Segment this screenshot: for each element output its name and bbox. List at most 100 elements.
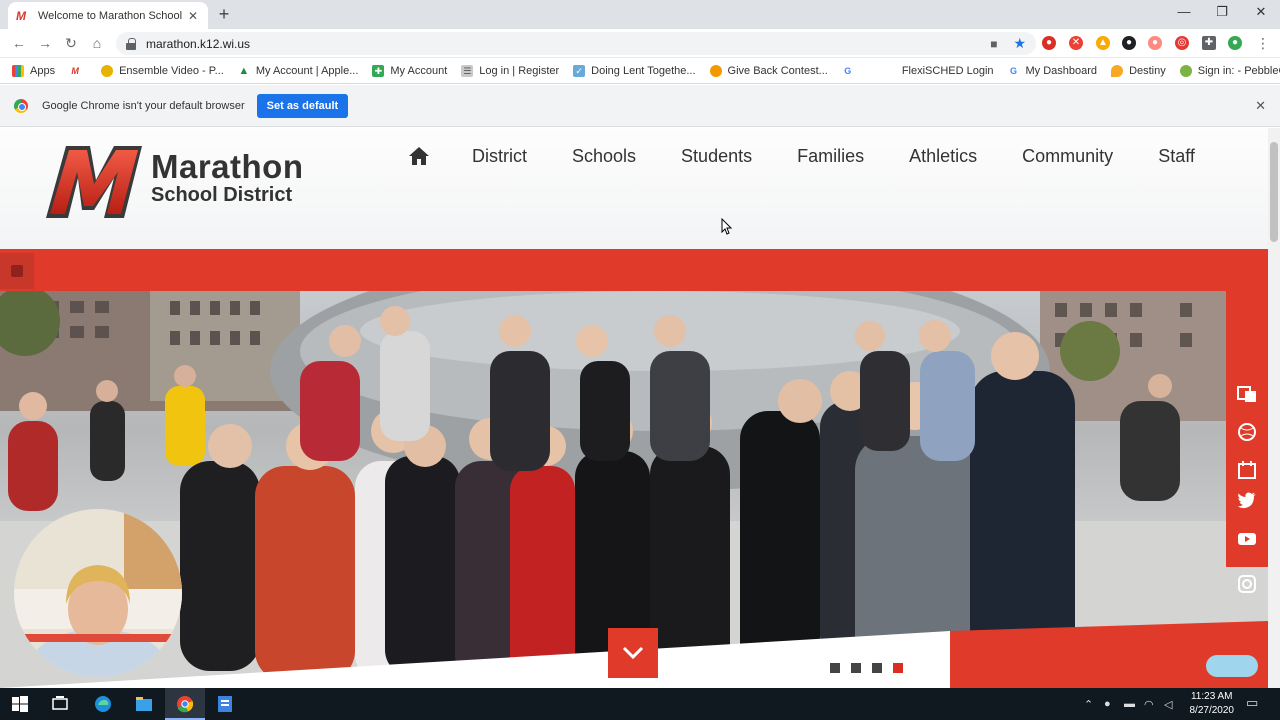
close-icon[interactable]: ✕	[1255, 98, 1266, 114]
slide-dot[interactable]	[830, 663, 840, 673]
edge-icon[interactable]	[93, 694, 113, 714]
flexisched-icon	[883, 64, 896, 77]
site-favicon-icon: M	[16, 8, 26, 23]
athletics-link[interactable]	[1226, 415, 1268, 449]
bookmark-label: Doing Lent Togethe...	[591, 64, 696, 77]
bookmark-label: My Account	[390, 64, 448, 77]
maximize-button[interactable]: ❐	[1210, 4, 1234, 22]
site-header: Marathon School District District School…	[0, 128, 1268, 249]
forward-button[interactable]: →	[36, 34, 54, 52]
nav-families[interactable]: Families	[797, 146, 864, 167]
set-default-button[interactable]: Set as default	[256, 93, 349, 118]
presenter-video	[14, 509, 182, 677]
nav-staff[interactable]: Staff	[1158, 146, 1195, 167]
slide-dot[interactable]	[851, 663, 861, 673]
tab-strip: M Welcome to Marathon School Di ✕ + — ❐ …	[0, 0, 1280, 29]
bookmark-item[interactable]: ✚ My Account	[372, 64, 448, 77]
pebblego-icon	[1179, 64, 1192, 77]
extension-icon[interactable]: ●	[1042, 36, 1056, 50]
page-scrollbar[interactable]	[1268, 128, 1280, 688]
reload-button[interactable]: ↻	[62, 34, 80, 52]
slide-dot-active[interactable]	[893, 663, 903, 673]
extension-icon[interactable]: ◎	[1175, 36, 1189, 50]
calendar-link[interactable]	[1226, 453, 1268, 487]
nav-athletics[interactable]: Athletics	[909, 146, 977, 167]
twitter-link[interactable]	[1226, 483, 1268, 517]
main-nav: District Schools Students Families Athle…	[408, 136, 1195, 176]
clock-time: 11:23 AM	[1190, 691, 1233, 702]
scroll-down-button[interactable]	[608, 628, 658, 678]
volume-icon[interactable]: ◁	[1164, 698, 1172, 711]
notification-icon[interactable]: ▭	[1246, 695, 1258, 711]
back-button[interactable]: ←	[10, 34, 28, 52]
bookmark-label: Give Back Contest...	[727, 64, 828, 77]
task-view-icon[interactable]	[50, 694, 70, 714]
minimize-button[interactable]: —	[1172, 4, 1196, 22]
slideshow-dots	[830, 663, 903, 673]
bookmark-item[interactable]: Ensemble Video - P...	[101, 64, 224, 77]
bookmark-item[interactable]: ✓ Doing Lent Togethe...	[573, 64, 696, 77]
chrome-taskbar-icon[interactable]	[175, 694, 195, 714]
bookmark-star-icon[interactable]: ★	[1013, 35, 1026, 52]
nav-students[interactable]: Students	[681, 146, 752, 167]
chevron-down-icon	[622, 646, 644, 660]
document-icon: ✓	[573, 64, 586, 77]
tab-close-icon[interactable]: ✕	[186, 9, 200, 23]
slide-dot[interactable]	[872, 663, 882, 673]
nav-district[interactable]: District	[472, 146, 527, 167]
close-window-button[interactable]: ✕	[1249, 4, 1273, 22]
bookmark-item[interactable]: G My Dashboard	[1008, 65, 1097, 77]
slideshow-pause-button[interactable]	[0, 253, 34, 289]
instagram-icon	[1238, 575, 1256, 593]
bookmark-item[interactable]: Sign in: - PebbleGo	[1179, 64, 1280, 77]
bookmark-item[interactable]: Apps	[12, 64, 55, 77]
bookmark-item[interactable]: Give Back Contest...	[709, 64, 828, 77]
document-app-icon[interactable]	[215, 694, 235, 714]
avatar[interactable]: ●	[1228, 36, 1242, 50]
accent-band	[0, 249, 1268, 291]
bookmark-item[interactable]: ▲ My Account | Apple...	[238, 64, 358, 77]
tray-chevron-icon[interactable]: ⌃	[1084, 698, 1093, 711]
nav-community[interactable]: Community	[1022, 146, 1113, 167]
youtube-icon	[1238, 533, 1256, 545]
instagram-link[interactable]	[1226, 567, 1268, 601]
extension-icon[interactable]: ▲	[1096, 36, 1110, 50]
extension-icon[interactable]: ●	[1148, 36, 1162, 50]
youtube-link[interactable]	[1226, 517, 1268, 561]
bookmark-item[interactable]: Destiny	[1111, 64, 1166, 77]
address-bar[interactable]: marathon.k12.wi.us ■ ★	[116, 32, 1036, 55]
home-button[interactable]: ⌂	[88, 34, 106, 52]
triangle-icon: ▲	[238, 64, 250, 77]
extension-icon[interactable]: ✕	[1069, 36, 1083, 50]
brand-subtitle[interactable]: School District	[151, 184, 292, 207]
bookmark-item[interactable]: M	[69, 65, 87, 77]
wifi-icon[interactable]: ◠	[1144, 698, 1154, 711]
file-explorer-icon[interactable]	[134, 694, 154, 714]
camera-icon[interactable]: ■	[990, 37, 997, 51]
nav-schools[interactable]: Schools	[572, 146, 636, 167]
system-clock[interactable]: 11:23 AM 8/27/2020	[1190, 690, 1235, 718]
marathon-logo-icon[interactable]	[44, 144, 144, 218]
new-tab-button[interactable]: +	[214, 5, 234, 25]
destiny-icon	[1111, 64, 1124, 77]
browser-tab[interactable]: M Welcome to Marathon School Di ✕	[8, 2, 208, 29]
windows-start-icon[interactable]	[10, 694, 30, 714]
brand-name[interactable]: Marathon	[151, 148, 304, 186]
translate-link[interactable]	[1226, 377, 1268, 411]
puzzle-icon[interactable]: ✚	[1202, 36, 1216, 50]
menu-icon[interactable]: ⋮	[1254, 34, 1272, 52]
web-page: Marathon School District District School…	[0, 128, 1280, 688]
scrollbar-thumb[interactable]	[1270, 142, 1278, 242]
bookmark-item[interactable]: G	[842, 65, 860, 77]
microphone-icon[interactable]: ●	[1104, 698, 1111, 710]
bookmark-item[interactable]: ☰ Log in | Register	[461, 64, 559, 77]
bookmark-item[interactable]: FlexiSCHED Login	[883, 64, 994, 77]
battery-icon[interactable]: ▬	[1124, 698, 1135, 710]
mouse-cursor-icon	[721, 218, 733, 235]
clock-date: 8/27/2020	[1189, 705, 1235, 716]
extension-icon[interactable]: ●	[1122, 36, 1136, 50]
back-to-top-button[interactable]	[1206, 655, 1258, 677]
url-text: marathon.k12.wi.us	[146, 36, 251, 51]
home-icon[interactable]	[408, 145, 430, 167]
windows-taskbar: ⌃ ● ▬ ◠ ◁ 11:23 AM 8/27/2020 ▭	[0, 688, 1280, 720]
